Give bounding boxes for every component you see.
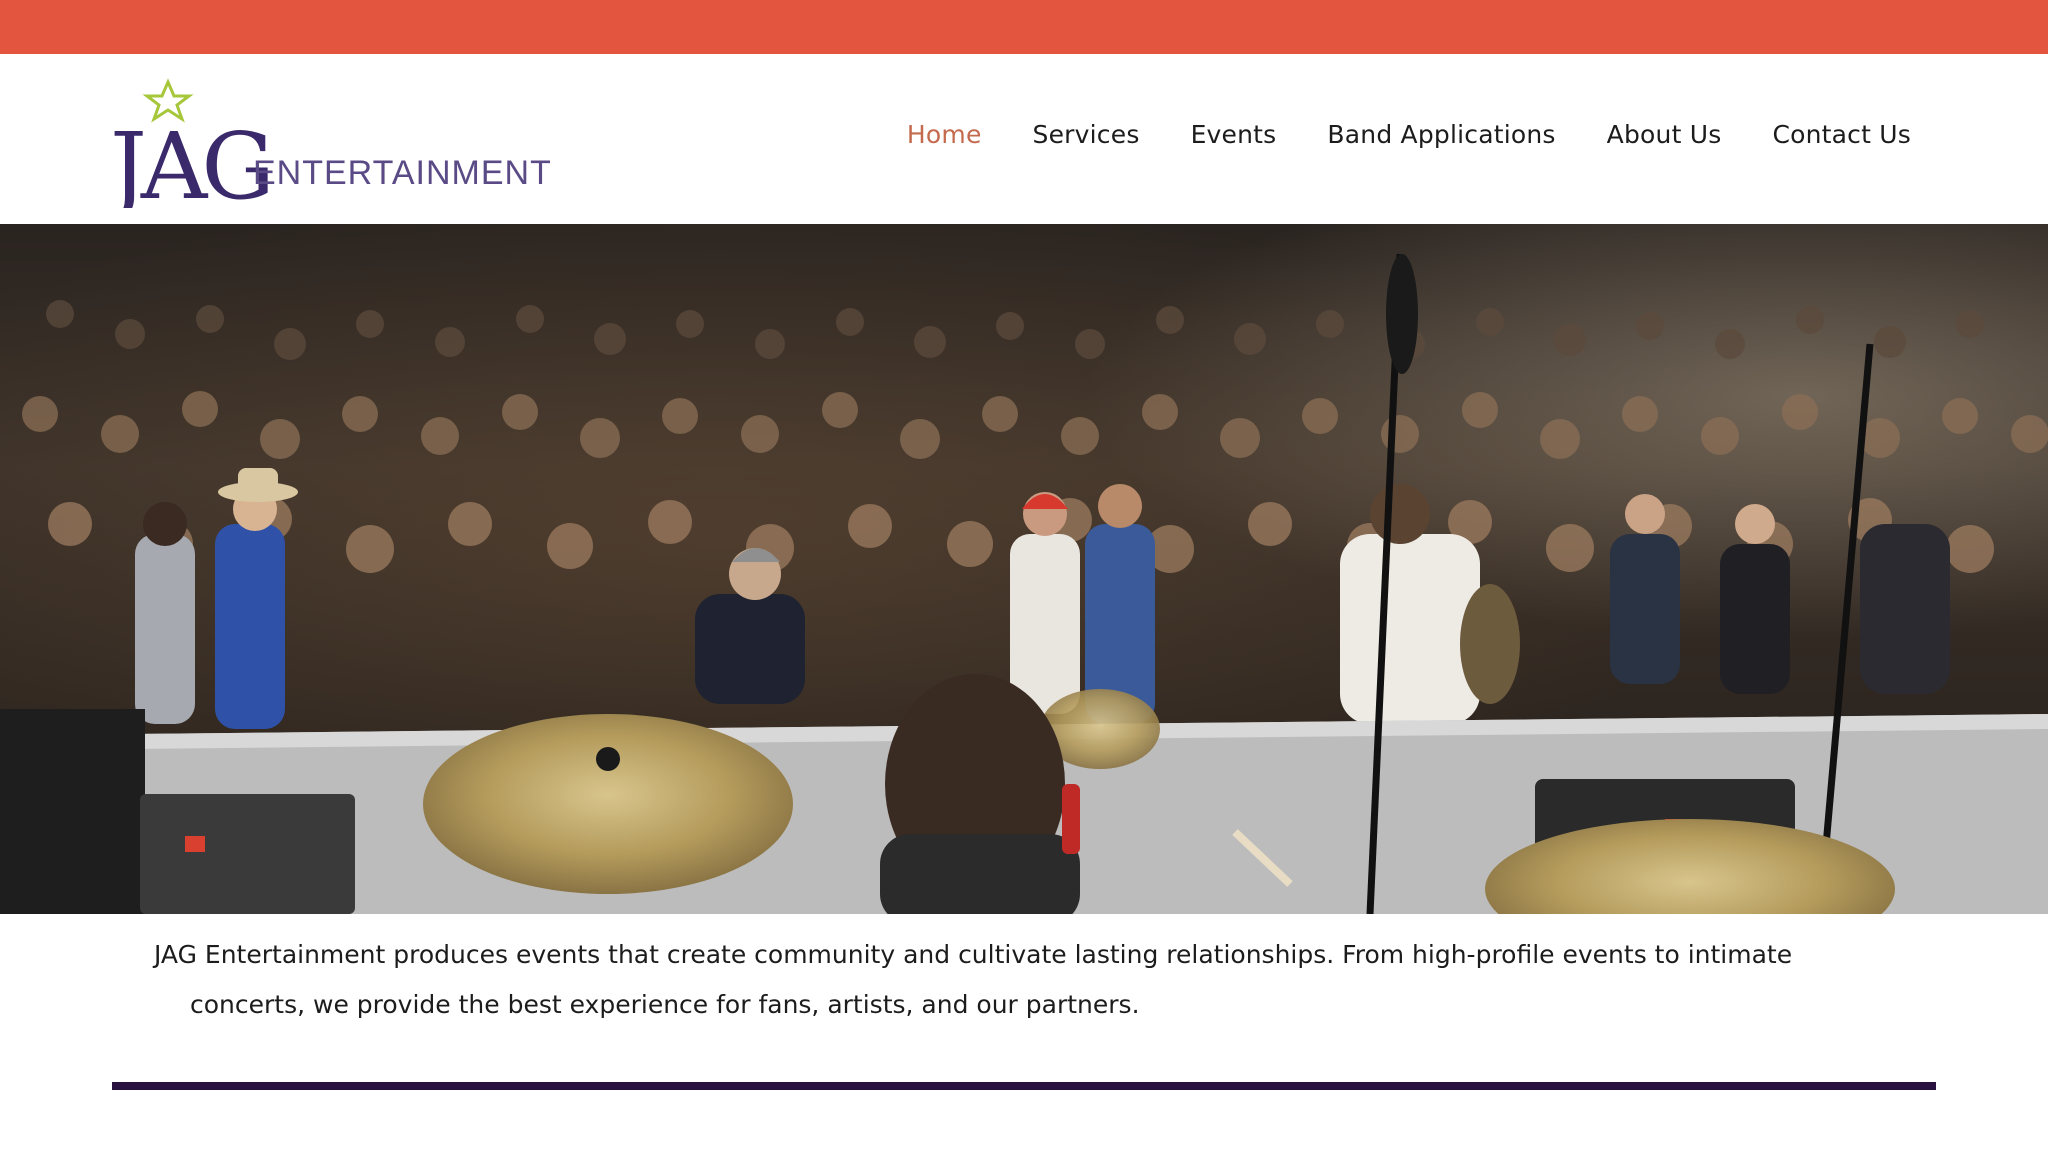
nav-contact-us[interactable]: Contact Us [1772, 120, 1911, 149]
nav-about-us[interactable]: About Us [1607, 120, 1722, 149]
section-divider [112, 1082, 1936, 1090]
microphone-icon [1386, 254, 1418, 374]
nav-events[interactable]: Events [1191, 120, 1277, 149]
nav-services[interactable]: Services [1033, 120, 1140, 149]
intro-line-1: JAG Entertainment produces events that c… [154, 940, 1793, 969]
main-navigation: Home Services Events Band Applications A… [907, 120, 1911, 149]
intro-line-2: concerts, we provide the best experience… [190, 990, 1140, 1019]
hero-image-concert-crowd [0, 224, 2048, 914]
nav-home[interactable]: Home [907, 120, 982, 149]
concert-photo [0, 224, 2048, 914]
intro-text: JAG Entertainment produces events that c… [150, 930, 1940, 1030]
logo-sub-text: ENTERTAINMENT [253, 154, 550, 192]
jag-entertainment-logo[interactable]: JAG ENTERTAINMENT [110, 78, 550, 208]
cymbal-left [423, 714, 793, 894]
site-header: JAG ENTERTAINMENT Home Services Events B… [0, 54, 2048, 224]
nav-band-applications[interactable]: Band Applications [1327, 120, 1555, 149]
logo-main-text: JAG [110, 113, 269, 208]
top-accent-bar [0, 0, 2048, 54]
logo-graphic: JAG ENTERTAINMENT [110, 78, 550, 208]
page: JAG ENTERTAINMENT Home Services Events B… [0, 0, 2048, 1152]
